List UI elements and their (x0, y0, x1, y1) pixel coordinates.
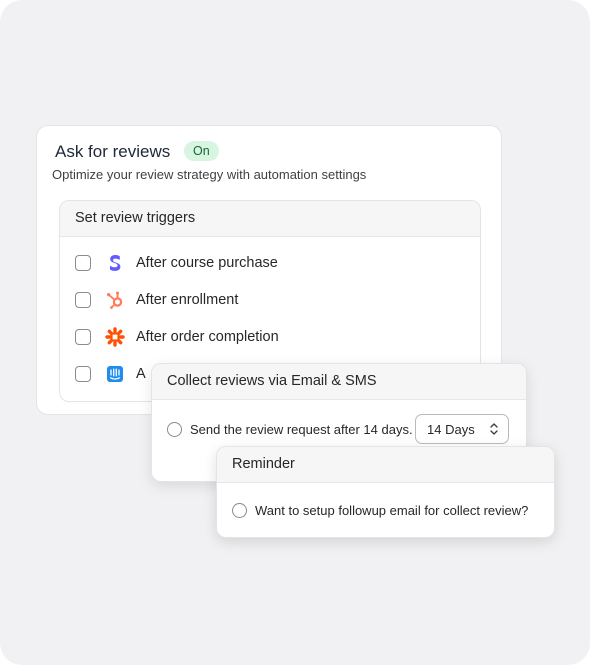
status-badge[interactable]: On (184, 141, 219, 161)
select-value: 14 Days (427, 422, 475, 437)
email-sms-header: Collect reviews via Email & SMS (152, 364, 526, 400)
hubspot-icon (105, 290, 125, 310)
checkbox[interactable] (75, 255, 91, 271)
trigger-row-course-purchase[interactable]: After course purchase (75, 252, 278, 274)
intercom-icon (105, 364, 125, 384)
trigger-label: After order completion (136, 329, 279, 345)
trigger-row-order-completion[interactable]: After order completion (75, 326, 279, 348)
card-title: Ask for reviews (55, 142, 171, 161)
checkbox[interactable] (75, 292, 91, 308)
checkbox[interactable] (75, 329, 91, 345)
chevron-up-down-icon (490, 423, 498, 435)
trigger-label: After enrollment (136, 292, 239, 308)
triggers-header: Set review triggers (60, 201, 480, 237)
trigger-row-intercom[interactable]: A (75, 363, 146, 385)
trigger-label: After course purchase (136, 255, 278, 271)
reminder-card: Reminder Want to setup followup email fo… (216, 446, 555, 538)
canvas: Ask for reviews On Optimize your review … (0, 0, 590, 665)
trigger-row-enrollment[interactable]: After enrollment (75, 289, 238, 311)
reminder-header: Reminder (217, 447, 554, 483)
send-request-radio[interactable] (167, 422, 182, 437)
followup-email-label: Want to setup followup email for collect… (255, 503, 529, 518)
followup-email-radio[interactable] (232, 503, 247, 518)
checkbox[interactable] (75, 366, 91, 382)
stripe-icon (105, 253, 125, 273)
trigger-label: A (136, 366, 146, 382)
zapier-icon (105, 327, 125, 347)
card-subtitle: Optimize your review strategy with autom… (52, 167, 367, 182)
send-request-label: Send the review request after 14 days. (190, 422, 413, 437)
delay-days-select[interactable]: 14 Days (415, 414, 509, 444)
